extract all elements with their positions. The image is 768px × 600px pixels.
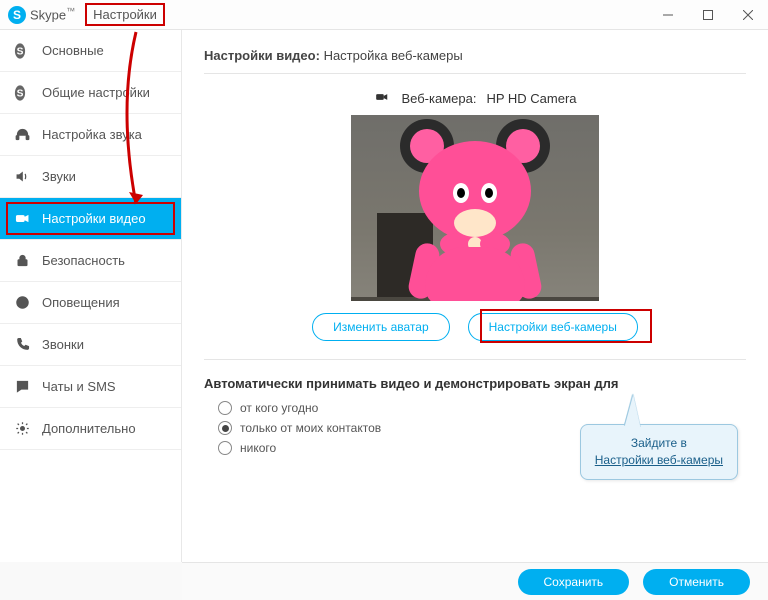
lock-icon xyxy=(14,253,30,268)
minimize-button[interactable] xyxy=(648,0,688,30)
skype-icon: S xyxy=(14,84,30,102)
sidebar-item-label: Чаты и SMS xyxy=(42,379,116,394)
skype-icon: S xyxy=(14,42,30,60)
webcam-settings-button[interactable]: Настройки веб-камеры xyxy=(468,313,638,341)
sidebar-item-calls[interactable]: Звонки xyxy=(0,324,181,366)
maximize-button[interactable] xyxy=(688,0,728,30)
sidebar-item-video[interactable]: Настройки видео xyxy=(0,198,181,240)
change-avatar-button[interactable]: Изменить аватар xyxy=(312,313,450,341)
radio-icon xyxy=(218,401,232,415)
sidebar-item-label: Основные xyxy=(42,43,104,58)
webcam-label: Веб-камера: xyxy=(401,91,476,106)
video-icon xyxy=(14,211,30,226)
phone-icon xyxy=(14,337,30,352)
save-button[interactable]: Сохранить xyxy=(518,569,630,595)
sidebar-item-label: Настройки видео xyxy=(42,211,146,226)
radio-anyone[interactable]: от кого угодно xyxy=(218,401,746,415)
sidebar-item-label: Безопасность xyxy=(42,253,125,268)
sidebar-item-label: Оповещения xyxy=(42,295,120,310)
sidebar-item-label: Дополнительно xyxy=(42,421,136,436)
sidebar-item-label: Звуки xyxy=(42,169,76,184)
sidebar-item-alerts[interactable]: Оповещения xyxy=(0,282,181,324)
preview-buttons: Изменить аватар Настройки веб-камеры xyxy=(204,313,746,341)
divider xyxy=(204,359,746,360)
app-name: Skype™ xyxy=(30,6,75,22)
radio-label: от кого угодно xyxy=(240,401,318,415)
webcam-header: Веб-камера: HP HD Camera xyxy=(204,90,746,107)
titlebar: S Skype™ Настройки xyxy=(0,0,768,30)
callout-text: Зайдите в xyxy=(631,436,687,450)
radio-label: только от моих контактов xyxy=(240,421,381,435)
page-title: Настройки видео: Настройка веб-камеры xyxy=(204,48,746,63)
content-pane: Настройки видео: Настройка веб-камеры Ве… xyxy=(182,30,768,562)
close-button[interactable] xyxy=(728,0,768,30)
radio-icon xyxy=(218,421,232,435)
footer: Сохранить Отменить xyxy=(182,562,768,600)
speaker-icon xyxy=(14,169,30,184)
sidebar-item-security[interactable]: Безопасность xyxy=(0,240,181,282)
menu-settings[interactable]: Настройки xyxy=(85,3,165,26)
sidebar-item-general[interactable]: S Основные xyxy=(0,30,181,72)
skype-logo-icon: S xyxy=(8,6,26,24)
sidebar-item-sounds[interactable]: Звуки xyxy=(0,156,181,198)
sidebar-item-label: Настройка звука xyxy=(42,127,142,142)
radio-icon xyxy=(218,441,232,455)
sidebar-item-common[interactable]: S Общие настройки xyxy=(0,72,181,114)
sidebar-item-label: Звонки xyxy=(42,337,84,352)
radio-label: никого xyxy=(240,441,276,455)
sidebar-item-audio[interactable]: Настройка звука xyxy=(0,114,181,156)
auto-accept-heading: Автоматически принимать видео и демонстр… xyxy=(204,376,746,391)
info-icon xyxy=(14,295,30,310)
sidebar-item-chats[interactable]: Чаты и SMS xyxy=(0,366,181,408)
gear-icon xyxy=(14,421,30,436)
webcam-preview xyxy=(351,115,599,301)
sidebar-item-label: Общие настройки xyxy=(42,85,150,100)
sidebar: S Основные S Общие настройки Настройка з… xyxy=(0,30,182,562)
sidebar-item-advanced[interactable]: Дополнительно xyxy=(0,408,181,450)
headset-icon xyxy=(14,127,30,142)
window-controls xyxy=(648,0,768,30)
webcam-name: HP HD Camera xyxy=(486,91,576,106)
chat-icon xyxy=(14,379,30,394)
video-icon xyxy=(373,90,391,107)
cancel-button[interactable]: Отменить xyxy=(643,569,750,595)
callout-link: Настройки веб-камеры xyxy=(595,453,723,467)
annotation-callout: Зайдите в Настройки веб-камеры xyxy=(580,424,738,480)
divider xyxy=(204,73,746,74)
